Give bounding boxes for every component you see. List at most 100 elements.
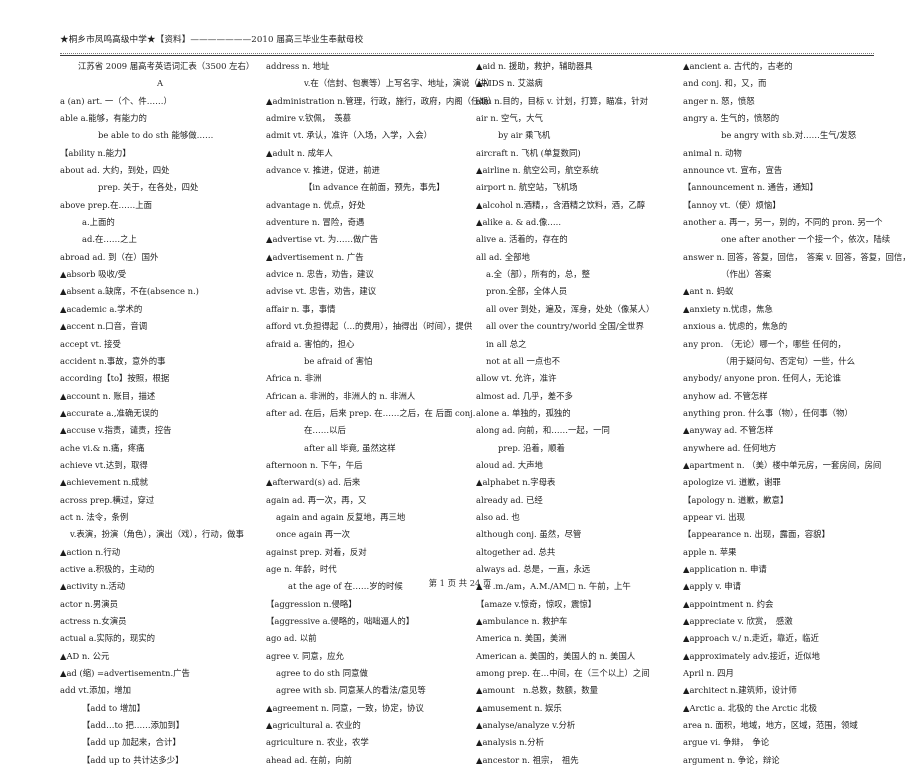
vocab-entry: not at all 一点也不	[486, 355, 560, 366]
vocab-entry: once again 再一次	[276, 529, 350, 540]
vocab-entry: add vt.添加，增加	[60, 685, 132, 696]
vocab-column-3: ▲aid n. 援助，救护，辅助器具 ▲AIDS n. 艾滋病 aim n.目的，目…	[476, 58, 681, 769]
vocab-entry: anything pron. 什么事（物），任何事（物）	[683, 407, 853, 418]
page-number-footer: 第 1 页 共 24 页	[428, 578, 492, 588]
vocab-entry: although conj. 虽然，尽管	[476, 529, 582, 540]
vocab-entry: ▲agreement n. 同意，一致，协定，协议	[266, 702, 424, 713]
page-header: ★桐乡市凤鸣高级中学★【资料】———————2010 届高三毕业生奉献母校	[60, 35, 364, 45]
vocab-entry: （用于疑问句、否定句）一些，什么	[721, 355, 855, 366]
vocab-entry: age n. 年龄，时代	[266, 563, 337, 574]
vocab-entry: ▲accurate a.,准确无误的	[60, 407, 159, 418]
vocab-entry: appear vi. 出现	[683, 511, 745, 522]
vocab-entry: 【annoy vt.（使）烦恼】	[683, 199, 781, 210]
vocab-entry: all over 到处，遍及，浑身，处处（像某人）	[486, 303, 655, 314]
vocab-entry: ▲advertise vt. 为……做广告	[266, 234, 379, 245]
vocab-entry: ▲ant n. 蚂蚁	[683, 286, 734, 297]
vocab-entry: ▲Arctic a. 北极的 the Arctic 北极	[683, 702, 817, 713]
vocab-entry: abroad ad. 到（在）国外	[60, 251, 159, 262]
vocab-entry: actress n.女演员	[60, 616, 127, 626]
vocab-entry: adventure n. 冒险，奇遇	[266, 217, 365, 228]
vocab-entry: against prep. 对着，反对	[266, 546, 367, 557]
vocab-entry: ▲alphabet n.字母表	[476, 477, 556, 488]
vocab-entry: ▲aid n. 援助，救护，辅助器具	[476, 61, 593, 71]
vocab-entry: v.在（信封、包裹等）上写名字、地址，演说（讲）	[304, 78, 495, 89]
vocab-entry: anywhere ad. 任何地方	[683, 442, 777, 453]
vocab-entry: all ad. 全部地	[476, 251, 530, 262]
vocab-column-2: address n. 地址 v.在（信封、包裹等）上写名字、地址，演说（讲） ▲ad…	[266, 58, 497, 769]
vocab-entry: 【add to 增加】	[82, 702, 145, 713]
vocab-entry: 【ability n.能力】	[60, 147, 131, 158]
vocab-entry: active a.积极的，主动的	[60, 563, 155, 574]
vocab-entry: address n. 地址	[266, 61, 330, 71]
vocab-entry: accident n.事故，意外的事	[60, 355, 166, 366]
vocab-entry: advantage n. 优点，好处	[266, 199, 366, 210]
vocab-entry: ▲application n. 申请	[683, 563, 767, 574]
vocab-entry: ▲anyway ad. 不管怎样	[683, 425, 774, 436]
vocab-entry: again ad. 再一次，再，又	[266, 494, 367, 505]
vocab-entry: alive a. 活着的，存在的	[476, 234, 568, 245]
vocab-entry: another a. 再一，另一，别的，不同的 pron. 另一个	[683, 217, 883, 228]
vocab-entry: answer n. 回答，答复，回信， 答案 v. 回答，答复，回信，	[683, 251, 911, 262]
vocab-entry: April n. 四月	[683, 668, 734, 679]
vocab-entry: along ad. 向前，和……一起，一同	[476, 425, 610, 436]
vocab-entry: aim n.目的，目标 v. 计划，打算，瞄准，针对	[476, 95, 649, 106]
vocab-entry: admire v.钦佩， 羡慕	[266, 113, 352, 124]
vocab-entry: ▲appreciate v. 欣赏， 感激	[683, 616, 793, 626]
vocab-entry: ▲administration n.管理，行政，施行，政府，内阁（任期）	[266, 95, 497, 106]
vocab-entry: agree to do sth 同意做	[276, 668, 368, 679]
vocab-entry: alone a. 单独的，孤独的	[476, 407, 571, 418]
vocab-entry: ▲ancestor n. 祖宗， 祖先	[476, 754, 579, 765]
vocab-entry: argument n. 争论，辩论	[683, 754, 780, 765]
vocab-entry: ▲accent n.口音，音调	[60, 321, 148, 332]
vocab-entry: 在……以后	[304, 425, 346, 436]
vocab-entry: actor n.男演员	[60, 598, 118, 609]
vocab-entry: Africa n. 非洲	[266, 373, 322, 384]
vocab-entry: advise vt. 忠告，劝告，建议	[266, 286, 377, 297]
vocab-entry: ▲accuse v.指责，谴责，控告	[60, 425, 172, 436]
vocab-entry: aloud ad. 大声地	[476, 459, 543, 470]
header-dotted-rule	[60, 53, 874, 54]
vocab-entry: after ad. 在后，后来 prep. 在……之后，在 后面 conj.	[266, 407, 476, 418]
vocab-entry: ▲adult n. 成年人	[266, 147, 333, 158]
vocab-entry: in all 总之	[486, 338, 527, 349]
vocab-entry: 【amaze v.惊奇，惊叹，震惊】	[476, 598, 597, 609]
vocab-entry: altogether ad. 总共	[476, 546, 556, 557]
vocab-entry: airport n. 航空站，飞机场	[476, 182, 578, 193]
vocab-entry: after all 毕竟, 虽然这样	[304, 442, 396, 453]
vocab-list-title: 江苏省 2009 届高考英语词汇表（3500 左右）	[78, 61, 255, 71]
vocab-entry: achieve vt.达到，取得	[60, 459, 148, 470]
vocab-entry: 【aggressive a.侵略的，咄咄逼人的】	[266, 616, 415, 626]
vocab-entry: ▲advertisement n. 广告	[266, 251, 364, 262]
vocab-entry: ▲architect n.建筑师，设计师	[683, 685, 797, 696]
vocab-entry: ▲amusement n. 娱乐	[476, 702, 562, 713]
vocab-entry: ▲ad (缩) =advertisementn.广告	[60, 668, 190, 679]
vocab-entry: apple n. 苹果	[683, 546, 737, 557]
vocab-entry: angry a. 生气的，愤怒的	[683, 113, 780, 124]
vocab-entry: already ad. 已经	[476, 494, 543, 505]
vocab-entry: 【add…to 把……添加到】	[82, 720, 185, 731]
section-letter-heading: A	[156, 78, 164, 89]
vocab-entry: anger n. 怒，愤怒	[683, 95, 755, 106]
vocab-entry: ▲analyse/analyze v.分析	[476, 720, 576, 731]
vocab-entry: anxious a. 忧虑的，焦急的	[683, 321, 788, 332]
vocab-entry: ▲analysis n.分析	[476, 737, 544, 748]
vocab-entry: among prep. 在…中间，在（三个以上）之间	[476, 668, 650, 679]
vocab-entry: also ad. 也	[476, 511, 520, 522]
vocab-entry: 【aggression n.侵略】	[266, 598, 357, 609]
vocab-entry: ▲appointment n. 约会	[683, 598, 774, 609]
vocab-entry: ▲achievement n.成就	[60, 477, 148, 488]
vocab-entry: a (an) art. 一（个、件……）	[60, 95, 172, 106]
vocab-entry: ▲ancient a. 古代的，古老的	[683, 61, 793, 71]
vocab-entry: ache vi.& n.痛，疼痛	[60, 442, 145, 453]
vocab-entry: 【appearance n. 出现，露面，容貌】	[683, 529, 830, 540]
vocab-entry: ad.在……之上	[82, 234, 137, 245]
vocab-entry: one after another 一个接一个，依次，陆续	[721, 234, 891, 245]
vocab-entry: ▲afterward(s) ad. 后来	[266, 477, 361, 488]
vocab-entry: 【in advance 在前面，预先，事先】	[304, 182, 445, 193]
vocab-entry: ▲agricultural a. 农业的	[266, 720, 361, 731]
vocab-column-1: 江苏省 2009 届高考英语词汇表（3500 左右） Aa (an) art. 一…	[60, 58, 260, 769]
vocab-column-4: ▲ancient a. 古代的，古老的 and conj. 和，又，而 anger …	[683, 58, 911, 769]
vocab-entry: across prep.横过，穿过	[60, 494, 155, 505]
vocab-entry: all over the country/world 全国/全世界	[486, 321, 644, 332]
vocab-entry: ago ad. 以前	[266, 633, 317, 644]
